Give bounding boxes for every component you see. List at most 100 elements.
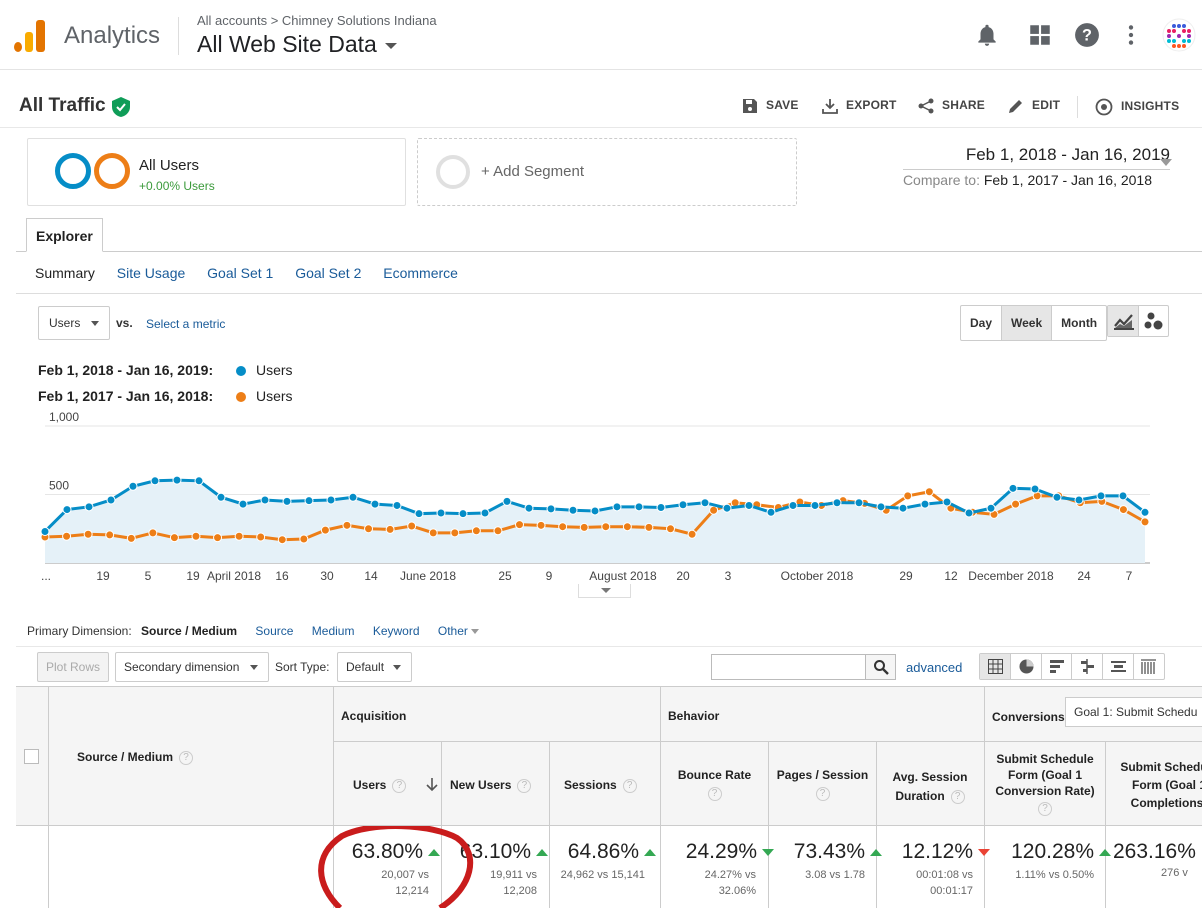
select-metric-link[interactable]: Select a metric	[146, 317, 225, 331]
dimension-keyword[interactable]: Keyword	[373, 624, 420, 638]
dimension-medium[interactable]: Medium	[312, 624, 355, 638]
help-icon[interactable]: ?	[707, 787, 722, 801]
data-point-current	[172, 475, 182, 485]
data-point-previous	[1118, 505, 1128, 515]
data-point-current	[612, 502, 622, 512]
data-point-previous	[536, 520, 546, 530]
group-behavior: Behavior	[668, 709, 720, 723]
chevron-down-icon	[471, 629, 480, 635]
comparison-icon	[1081, 659, 1095, 674]
save-button[interactable]: SAVE	[742, 98, 799, 114]
view-comparison-button[interactable]	[1072, 654, 1104, 679]
view-performance-button[interactable]	[1042, 654, 1073, 679]
dimension-source[interactable]: Source	[255, 624, 293, 638]
x-tick-label: 30	[320, 569, 334, 583]
table-search-button[interactable]	[865, 654, 896, 680]
sort-type-select[interactable]: Default	[337, 652, 412, 682]
subtab-goal-set-2[interactable]: Goal Set 2	[295, 265, 361, 281]
metric-select[interactable]: Users	[38, 306, 110, 340]
legend-current-range: Feb 1, 2018 - Jan 16, 2019:	[38, 362, 214, 378]
property-selector[interactable]: All Web Site Data	[197, 31, 397, 58]
tab-explorer[interactable]: Explorer	[26, 218, 103, 252]
account-avatar[interactable]	[1162, 18, 1196, 52]
date-range-picker[interactable]: Feb 1, 2018 - Jan 16, 2019 Compare to: F…	[902, 145, 1170, 188]
x-tick-label: 9	[546, 569, 553, 583]
subtab-summary[interactable]: Summary	[35, 265, 95, 281]
col-header-pages-session[interactable]: Pages / Session?	[769, 768, 876, 801]
help-icon[interactable]: ?	[815, 787, 830, 801]
highlight-ellipse	[318, 826, 474, 908]
help-icon[interactable]: ?	[392, 778, 407, 793]
help-icon[interactable]: ?	[1074, 22, 1100, 48]
data-point-current	[546, 504, 556, 514]
help-icon[interactable]: ?	[179, 750, 194, 765]
legend-current-dot	[236, 366, 246, 376]
advanced-filter-link[interactable]: advanced	[906, 660, 962, 675]
subtab-site-usage[interactable]: Site Usage	[117, 265, 185, 281]
col-header-goal-completions[interactable]: Submit Schedule Form (Goal 1 Completions…	[1110, 758, 1202, 812]
total-duration-compare-1: 00:01:08 vs	[916, 869, 973, 881]
secondary-dimension-select[interactable]: Secondary dimension	[115, 652, 269, 682]
view-pie-button[interactable]	[1011, 654, 1042, 679]
col-header-bounce-rate[interactable]: Bounce Rate?	[661, 768, 768, 801]
add-segment-button[interactable]: + Add Segment	[417, 138, 797, 206]
segment-blue-ring-icon	[55, 153, 91, 189]
col-header-sessions[interactable]: Sessions?	[564, 778, 637, 793]
help-icon[interactable]: ?	[1038, 801, 1052, 816]
apps-grid-icon[interactable]	[1027, 22, 1053, 48]
data-point-current	[832, 498, 842, 508]
table-search-input[interactable]	[711, 654, 866, 680]
date-dropdown-chevron-icon[interactable]	[1160, 159, 1172, 166]
plot-rows-button[interactable]: Plot Rows	[37, 652, 109, 682]
help-icon[interactable]: ?	[622, 778, 637, 793]
granularity-month[interactable]: Month	[1052, 306, 1106, 340]
view-term-cloud-button[interactable]	[1103, 654, 1135, 679]
col-header-users[interactable]: Users?	[353, 778, 438, 793]
x-tick-label: 5	[145, 569, 152, 583]
data-point-previous	[601, 522, 611, 532]
total-bounce-compare-1: 24.27% vs	[704, 869, 756, 881]
view-data-table-button[interactable]	[980, 654, 1011, 679]
insights-button[interactable]: INSIGHTS	[1095, 98, 1179, 116]
chevron-down-icon	[393, 665, 401, 670]
help-icon[interactable]: ?	[517, 778, 532, 793]
dimension-source-medium[interactable]: Source / Medium	[141, 624, 237, 638]
select-all-checkbox[interactable]	[24, 749, 39, 764]
line-chart-button[interactable]	[1108, 306, 1139, 336]
subtab-goal-set-1[interactable]: Goal Set 1	[207, 265, 273, 281]
dimension-other[interactable]: Other	[438, 624, 480, 638]
data-point-current	[414, 509, 424, 519]
granularity-week[interactable]: Week	[1002, 306, 1053, 340]
x-tick-label: August 2018	[589, 569, 657, 583]
breadcrumb[interactable]: All accounts > Chimney Solutions Indiana	[197, 13, 437, 28]
insights-label: INSIGHTS	[1121, 99, 1180, 114]
col-header-users-label: Users	[353, 778, 387, 792]
share-button[interactable]: SHARE	[918, 98, 985, 114]
col-header-new-users[interactable]: New Users?	[450, 778, 532, 793]
bell-icon[interactable]	[974, 22, 1000, 48]
granularity-day[interactable]: Day	[961, 306, 1003, 340]
data-point-previous	[709, 505, 719, 515]
export-button[interactable]: EXPORT	[822, 98, 897, 114]
goal-select[interactable]: Goal 1: Submit Schedu	[1065, 697, 1202, 727]
subtab-ecommerce[interactable]: Ecommerce	[383, 265, 458, 281]
col-header-avg-duration[interactable]: Avg. Session Duration?	[882, 768, 978, 806]
dimension-divider	[16, 646, 1202, 647]
dimension-header[interactable]: Source / Medium?	[77, 750, 194, 765]
view-pivot-button[interactable]	[1134, 654, 1164, 679]
help-icon[interactable]: ?	[950, 789, 965, 804]
segment-all-users[interactable]: All Users +0.00% Users	[27, 138, 406, 206]
motion-chart-button[interactable]	[1139, 306, 1169, 336]
data-point-current	[1074, 495, 1084, 505]
total-new-users-compare-1: 19,911 vs	[490, 869, 537, 881]
legend-current-metric: Users	[256, 362, 293, 378]
col-header-goal-rate[interactable]: Submit Schedule Form (Goal 1 Conversion …	[989, 751, 1101, 816]
chart-collapse-handle[interactable]	[578, 584, 631, 598]
data-point-previous	[83, 529, 93, 539]
more-vertical-icon[interactable]	[1118, 22, 1144, 48]
total-goal-rate-value: 120.28%	[1011, 840, 1111, 864]
segment-orange-ring-icon	[94, 153, 130, 189]
users-line-chart[interactable]: 1,000 500... 19 5 19 April 2018 16 30 14 June 201…	[0, 410, 1202, 600]
edit-button[interactable]: EDIT	[1008, 98, 1060, 114]
data-point-previous	[450, 528, 460, 538]
